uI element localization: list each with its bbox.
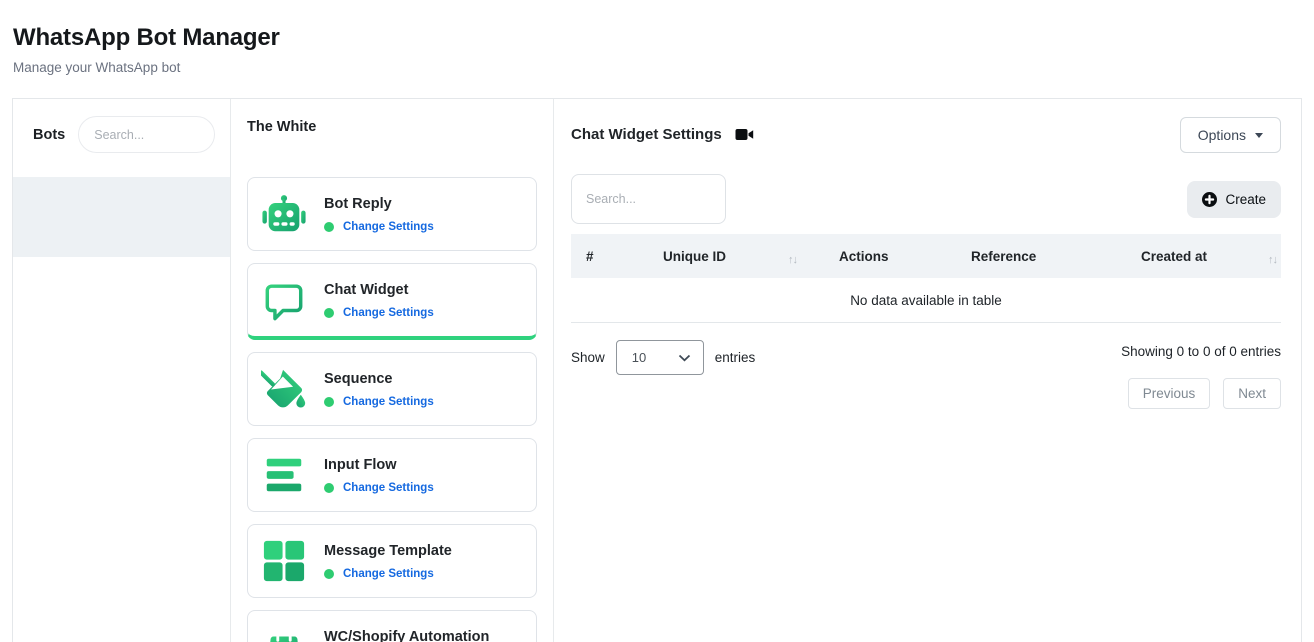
table-footer: Show 10 entries Showing 0 to 0 of 0 entr…: [571, 340, 1281, 375]
bot-name: The White: [247, 119, 537, 135]
feature-card-wc-shopify-automation[interactable]: WC/Shopify Automation Change Settings: [247, 610, 537, 642]
whatsapp-bot-manager-page: WhatsApp Bot Manager Manage your WhatsAp…: [0, 0, 1314, 642]
change-settings-link[interactable]: Change Settings: [343, 396, 434, 408]
column-header-unique-id[interactable]: Unique ID ↑↓: [663, 246, 839, 266]
change-settings-link[interactable]: Change Settings: [343, 221, 434, 233]
pagination: Previous Next: [571, 378, 1281, 409]
bot-list-item-selected[interactable]: [13, 177, 230, 257]
status-dot: [324, 308, 334, 318]
change-settings-link[interactable]: Change Settings: [343, 482, 434, 494]
feature-card-chat-widget[interactable]: Chat Widget Change Settings: [247, 263, 537, 340]
status-dot: [324, 569, 334, 579]
feature-card-title: Bot Reply: [324, 196, 434, 212]
change-settings-link[interactable]: Change Settings: [343, 568, 434, 580]
table-toolbar: Create: [571, 174, 1281, 224]
chat-widget-settings-panel: Chat Widget Settings Options: [554, 99, 1301, 642]
page-title: WhatsApp Bot Manager: [13, 24, 1301, 52]
bot-features-panel: The White: [231, 99, 554, 642]
column-header-created-at[interactable]: Created at ↑↓: [1141, 246, 1281, 266]
chat-widget-table: # Unique ID ↑↓ Actions Reference Created…: [571, 234, 1281, 323]
paint-bucket-icon: [260, 366, 308, 412]
sort-icon: ↑↓: [788, 254, 797, 266]
sort-icon: ↑↓: [1268, 254, 1277, 266]
status-dot: [324, 397, 334, 407]
feature-card-message-template[interactable]: Message Template Change Settings: [247, 524, 537, 598]
status-dot: [324, 222, 334, 232]
video-camera-icon[interactable]: [735, 127, 754, 142]
list-bars-icon: [260, 452, 308, 498]
show-label: Show: [571, 350, 605, 365]
chat-bubble-icon: [260, 277, 308, 323]
feature-card-title: Sequence: [324, 371, 434, 387]
bots-sidebar-header: Bots: [13, 99, 230, 153]
bots-label: Bots: [33, 127, 65, 143]
robot-icon: [260, 191, 308, 237]
options-button[interactable]: Options: [1180, 117, 1281, 153]
feature-card-sequence[interactable]: Sequence Change Settings: [247, 352, 537, 426]
settings-title: Chat Widget Settings: [571, 126, 722, 143]
column-header-number: #: [571, 249, 663, 264]
bots-search-input[interactable]: [78, 116, 215, 153]
table-header-row: # Unique ID ↑↓ Actions Reference Created…: [571, 234, 1281, 278]
feature-card-input-flow[interactable]: Input Flow Change Settings: [247, 438, 537, 512]
feature-card-title: WC/Shopify Automation: [324, 629, 489, 642]
plus-circle-icon: [1202, 192, 1217, 207]
column-header-reference: Reference: [971, 249, 1141, 264]
entries-label: entries: [715, 350, 756, 365]
page-subtitle: Manage your WhatsApp bot: [13, 60, 1301, 75]
page-size-select[interactable]: 10: [616, 340, 704, 375]
shopping-bag-icon: [260, 624, 308, 642]
change-settings-link[interactable]: Change Settings: [343, 307, 434, 319]
caret-down-icon: [1255, 133, 1263, 138]
app-header: WhatsApp Bot Manager Manage your WhatsAp…: [0, 0, 1314, 75]
status-dot: [324, 483, 334, 493]
feature-card-bot-reply[interactable]: Bot Reply Change Settings: [247, 177, 537, 251]
chevron-down-icon: [678, 354, 691, 362]
main-card: Bots The White: [12, 98, 1302, 642]
create-button[interactable]: Create: [1187, 181, 1281, 218]
table-empty-message: No data available in table: [571, 278, 1281, 323]
feature-card-title: Input Flow: [324, 457, 434, 473]
settings-header: Chat Widget Settings Options: [571, 117, 1281, 153]
table-search-input[interactable]: [571, 174, 726, 224]
column-header-actions: Actions: [839, 249, 971, 264]
previous-button[interactable]: Previous: [1128, 378, 1211, 409]
feature-card-title: Message Template: [324, 543, 452, 559]
bots-sidebar: Bots: [13, 99, 231, 642]
table-info-text: Showing 0 to 0 of 0 entries: [1121, 344, 1281, 359]
feature-card-list: Bot Reply Change Settings: [247, 177, 537, 642]
feature-card-title: Chat Widget: [324, 282, 434, 298]
grid-icon: [260, 538, 308, 584]
next-button[interactable]: Next: [1223, 378, 1281, 409]
